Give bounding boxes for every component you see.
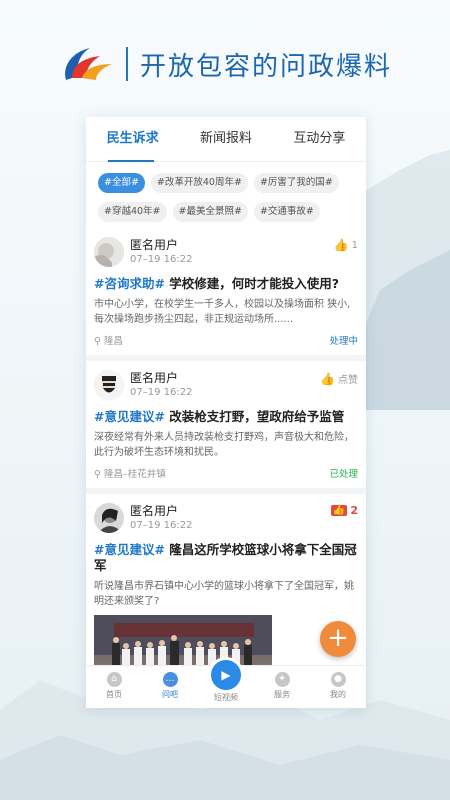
post-username: 匿名用户 <box>130 503 179 518</box>
post-title: #意见建议# 改装枪支打野，望政府给予监管 <box>94 409 345 424</box>
header-divider <box>126 47 128 81</box>
post-title: #咨询求助# 学校修建，何时才能投入使用? <box>94 276 340 291</box>
like-count: 1 <box>351 239 358 251</box>
post-title: #意见建议# 隆昌这所学校篮球小将拿下全国冠军 <box>94 542 357 573</box>
chat-icon: … <box>162 672 178 687</box>
tab-bar: 民生诉求 新闻报料 互动分享 <box>86 117 366 162</box>
post-location: ⚲ 隆昌 <box>94 336 124 347</box>
thumbs-up-icon: 👍 <box>320 371 335 386</box>
post-time: 07–19 16:22 <box>130 386 193 398</box>
status-badge: 处理中 <box>329 336 358 347</box>
post-body: 市中心小学，在校学生一千多人，校园以及操场面积 狭小, 每次操场跑步扬尘四起，非… <box>94 299 351 325</box>
like-button[interactable]: 👍 点赞 <box>320 371 358 387</box>
home-icon: ⌂ <box>106 672 122 687</box>
post-topic[interactable]: #咨询求助# <box>94 276 165 291</box>
status-badge: 已处理 <box>329 469 358 480</box>
topic-tags: #全部# #改革开放40周年# #厉害了我的国# #穿越40年# #最美全景照#… <box>86 162 366 228</box>
bottom-navigation: ⌂ 首页 … 问吧 ▶ 短视频 ✦ 服务 ● 我的 <box>86 660 366 708</box>
tag-best-panorama[interactable]: #最美全景照# <box>172 202 248 222</box>
user-icon: ● <box>330 672 346 687</box>
avatar <box>94 237 124 267</box>
like-button[interactable]: 👍 2 <box>330 504 358 517</box>
avatar <box>94 370 124 400</box>
header-slogan: 开放包容的问政爆料 <box>140 51 393 82</box>
tag-all[interactable]: #全部# <box>98 173 145 193</box>
tag-through-40-years[interactable]: #穿越40年# <box>98 202 167 222</box>
like-label: 点赞 <box>338 375 358 386</box>
post-location: ⚲ 隆昌–桂花井镇 <box>94 469 166 480</box>
active-tab-indicator <box>108 160 154 162</box>
location-pin-icon: ⚲ <box>94 469 101 480</box>
post-topic[interactable]: #意见建议# <box>94 409 165 424</box>
nav-ask[interactable]: … 问吧 <box>142 666 198 708</box>
brand-swoosh-icon <box>60 42 116 86</box>
add-post-button[interactable]: + <box>320 621 356 657</box>
nav-mine[interactable]: ● 我的 <box>310 666 366 708</box>
like-count: 2 <box>350 504 358 517</box>
tag-traffic-accident[interactable]: #交通事故# <box>253 202 320 222</box>
play-icon: ▶ <box>211 660 241 690</box>
nav-home[interactable]: ⌂ 首页 <box>86 666 142 708</box>
post-time: 07–19 16:22 <box>130 253 193 265</box>
tag-reform-40[interactable]: #改革开放40周年# <box>150 173 248 193</box>
tag-amazing-country[interactable]: #厉害了我的国# <box>253 173 339 193</box>
compass-icon: ✦ <box>274 672 290 687</box>
post-body: 深夜经常有外来人员持改装枪支打野鸡，声音极大和危险，此行为破坏生态环境和扰民。 <box>94 432 354 458</box>
location-pin-icon: ⚲ <box>94 336 101 347</box>
post-body: 听说隆昌市界石镇中心小学的篮球小将拿下了全国冠军，姚明还来颁奖了? <box>94 581 354 607</box>
tab-news-tips[interactable]: 新闻报料 <box>179 117 272 161</box>
like-button[interactable]: 👍 1 <box>334 238 358 252</box>
app-screen: 民生诉求 新闻报料 互动分享 #全部# #改革开放40周年# #厉害了我的国# … <box>86 117 366 708</box>
thumbs-up-filled-icon: 👍 <box>330 505 348 516</box>
post-time: 07–19 16:22 <box>130 519 193 531</box>
avatar <box>94 503 124 533</box>
tab-livelihood[interactable]: 民生诉求 <box>86 117 179 161</box>
add-icon: + <box>327 623 349 653</box>
thumbs-up-icon: 👍 <box>333 238 349 252</box>
post-username: 匿名用户 <box>130 237 179 252</box>
tab-interactive-share[interactable]: 互动分享 <box>273 117 366 161</box>
nav-short-video[interactable]: ▶ 短视频 <box>198 660 254 708</box>
post-topic[interactable]: #意见建议# <box>94 542 165 557</box>
post-card[interactable]: 匿名用户 07–19 16:22 👍 1 #咨询求助# 学校修建，何时才能投入使用… <box>86 228 366 361</box>
header: 开放包容的问政爆料 <box>60 36 392 92</box>
post-card[interactable]: 匿名用户 07–19 16:22 👍 点赞 #意见建议# 改装枪支打野，望政府给予… <box>86 361 366 494</box>
nav-service[interactable]: ✦ 服务 <box>254 666 310 708</box>
